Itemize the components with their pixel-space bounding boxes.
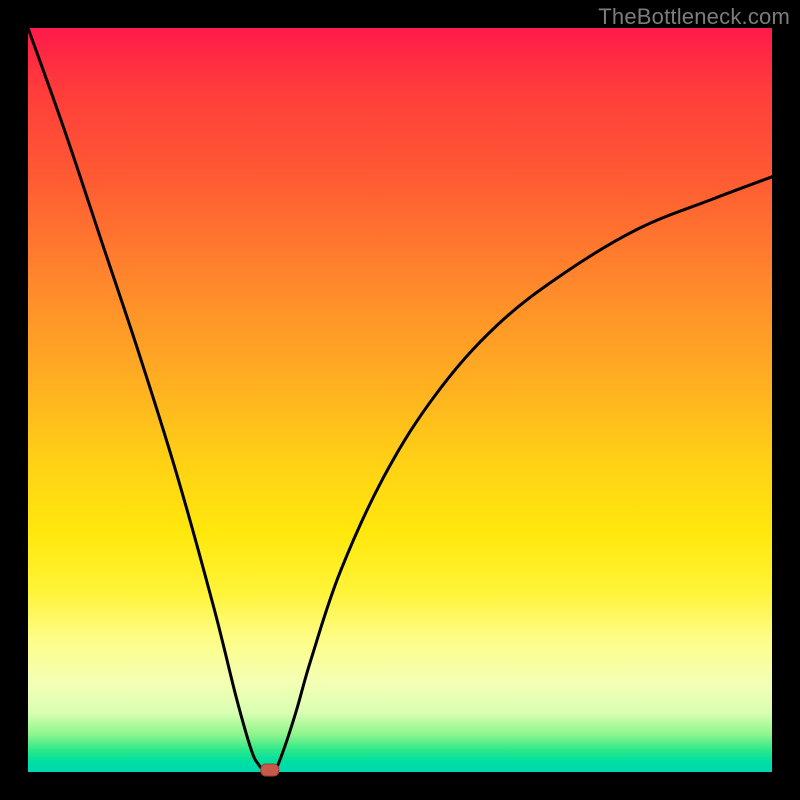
chart-plot-area <box>28 28 772 772</box>
bottleneck-curve <box>28 28 772 774</box>
chart-svg <box>28 28 772 772</box>
chart-frame: TheBottleneck.com <box>0 0 800 800</box>
optimum-marker <box>261 764 279 776</box>
watermark-text: TheBottleneck.com <box>598 4 790 30</box>
